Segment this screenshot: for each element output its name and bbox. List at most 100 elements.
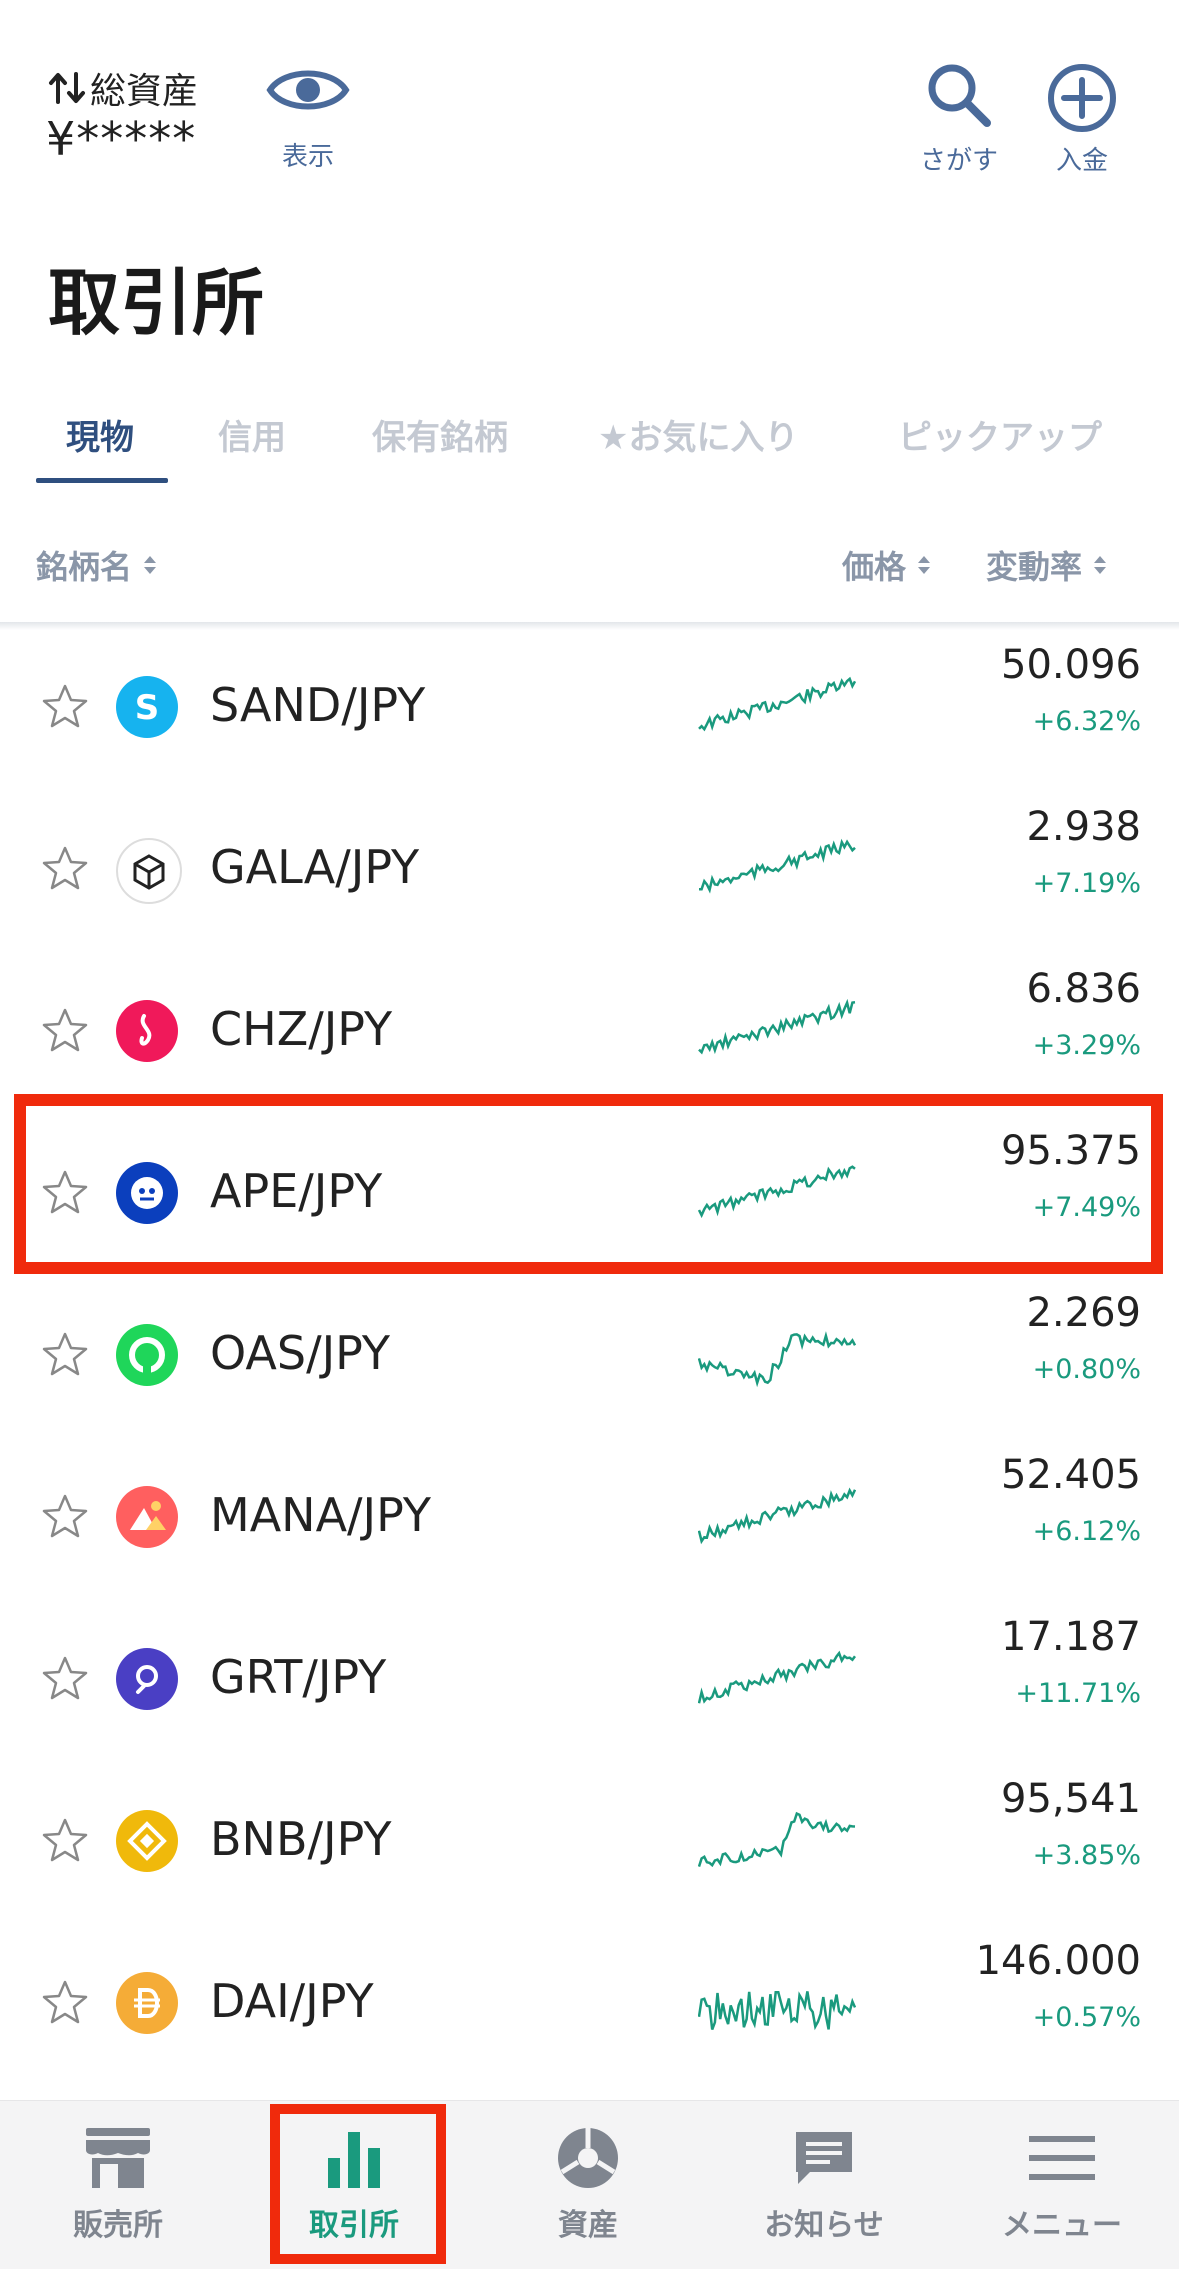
pair-name: GRT/JPY	[210, 1650, 387, 1704]
favorite-star-icon[interactable]	[40, 1492, 90, 1542]
pair-name: DAI/JPY	[210, 1974, 374, 2028]
change-rate: +0.80%	[1032, 1354, 1141, 1385]
change-rate: +6.12%	[1032, 1516, 1141, 1547]
sort-icon	[1094, 556, 1107, 574]
sparkline-path	[698, 1811, 856, 1868]
change-rate: +3.85%	[1032, 1840, 1141, 1871]
pair-name: BNB/JPY	[210, 1812, 392, 1866]
sort-by-change[interactable]: 変動率	[986, 542, 1107, 588]
chz-coin-icon	[116, 1000, 178, 1062]
market-row[interactable]: OAS/JPY 2.269 +0.80%	[0, 1274, 1179, 1436]
price-sparkline	[698, 1331, 856, 1388]
deposit-button[interactable]: 入金	[1046, 62, 1118, 177]
bnb-coin-icon	[116, 1810, 178, 1872]
change-rate: +6.32%	[1032, 706, 1141, 737]
search-button[interactable]: さがす	[920, 62, 998, 177]
price-value: 50.096	[1001, 642, 1141, 688]
tab-pickup[interactable]: ピックアップ	[898, 410, 1102, 459]
svg-text:S: S	[135, 688, 160, 728]
price-value: 2.938	[1026, 804, 1141, 850]
total-assets-label-text: 総資産	[90, 71, 199, 112]
show-balance-label: 表示	[281, 142, 334, 172]
show-balance-button[interactable]: 表示	[266, 60, 350, 173]
favorite-star-icon[interactable]	[40, 682, 90, 732]
grt-coin-icon	[116, 1648, 178, 1710]
column-name-label: 銘柄名	[36, 548, 133, 586]
market-row[interactable]: DAI/JPY 146.000 +0.57%	[0, 1922, 1179, 2084]
favorite-star-icon[interactable]	[40, 1006, 90, 1056]
market-row[interactable]: GRT/JPY 17.187 +11.71%	[0, 1598, 1179, 1760]
sparkline-path	[698, 998, 856, 1055]
price-sparkline	[698, 1811, 856, 1868]
nav-assets[interactable]: 資産	[488, 2126, 688, 2244]
sparkline-path	[698, 1991, 856, 2031]
price-sparkline	[698, 676, 856, 732]
nav-store-label: 販売所	[73, 2208, 163, 2243]
market-row[interactable]: GALA/JPY 2.938 +7.19%	[0, 788, 1179, 950]
price-value: 146.000	[975, 1938, 1141, 1984]
price-value: 2.269	[1026, 1290, 1141, 1336]
pair-name: SAND/JPY	[210, 678, 426, 732]
sort-by-name[interactable]: 銘柄名	[36, 542, 157, 588]
swap-arrows-icon	[49, 72, 85, 104]
dai-coin-icon	[116, 1972, 178, 2034]
price-sparkline	[698, 998, 856, 1055]
favorite-star-icon[interactable]	[40, 1816, 90, 1866]
pair-name: MANA/JPY	[210, 1488, 431, 1542]
change-rate: +7.19%	[1032, 868, 1141, 899]
tab-holdings[interactable]: 保有銘柄	[372, 410, 508, 459]
column-change-label: 変動率	[986, 548, 1083, 586]
tab-spot[interactable]: 現物	[66, 410, 134, 459]
sort-icon	[144, 556, 157, 574]
plus-circle-icon	[1048, 64, 1116, 132]
page-title: 取引所	[48, 261, 265, 345]
pair-name: GALA/JPY	[210, 840, 420, 894]
sparkline-path	[698, 676, 856, 732]
price-sparkline	[698, 1991, 856, 2031]
nav-notifications[interactable]: お知らせ	[724, 2126, 924, 2244]
nav-highlight-box	[270, 2104, 446, 2264]
eye-icon	[266, 70, 350, 110]
market-row[interactable]: S SAND/JPY 50.096 +6.32%	[0, 626, 1179, 788]
total-assets-label[interactable]: 総資産	[48, 62, 198, 114]
market-row[interactable]: MANA/JPY 52.405 +6.12%	[0, 1436, 1179, 1598]
nav-menu-label: メニュー	[1002, 2208, 1122, 2243]
pair-name: CHZ/JPY	[210, 1002, 393, 1056]
price-sparkline	[698, 1487, 856, 1545]
favorite-star-icon[interactable]	[40, 1978, 90, 2028]
price-value: 6.836	[1026, 966, 1141, 1012]
favorite-star-icon[interactable]	[40, 1330, 90, 1380]
sort-by-price[interactable]: 価格	[842, 542, 931, 588]
sand-coin-icon: S	[116, 676, 178, 738]
change-rate: +11.71%	[1015, 1678, 1141, 1709]
favorite-star-icon[interactable]	[40, 1654, 90, 1704]
search-label: さがす	[920, 146, 999, 176]
total-assets-value: ¥*****	[46, 112, 197, 166]
change-rate: +0.57%	[1032, 2002, 1141, 2033]
nav-notifications-label: お知らせ	[764, 2208, 884, 2243]
menu-icon	[1029, 2136, 1095, 2180]
message-icon	[796, 2132, 852, 2184]
sparkline-path	[698, 1331, 856, 1388]
price-sparkline	[699, 838, 856, 894]
change-rate: +3.29%	[1032, 1030, 1141, 1061]
tab-margin[interactable]: 信用	[218, 410, 286, 459]
search-icon	[928, 64, 991, 127]
mana-coin-icon	[116, 1486, 178, 1548]
sparkline-path	[698, 1487, 856, 1545]
nav-store[interactable]: 販売所	[18, 2126, 218, 2244]
price-value: 17.187	[1001, 1614, 1141, 1660]
active-tab-indicator	[36, 478, 168, 483]
store-icon	[86, 2128, 150, 2188]
nav-menu[interactable]: メニュー	[962, 2126, 1162, 2244]
nav-assets-label: 資産	[558, 2208, 618, 2243]
price-value: 95,541	[1001, 1776, 1141, 1822]
pair-name: OAS/JPY	[210, 1326, 390, 1380]
favorite-star-icon[interactable]	[40, 844, 90, 894]
sparkline-path	[698, 1650, 856, 1704]
column-price-label: 価格	[842, 548, 907, 586]
tab-favorites[interactable]: ★お気に入り	[598, 410, 798, 459]
market-row[interactable]: CHZ/JPY 6.836 +3.29%	[0, 950, 1179, 1112]
market-row[interactable]: BNB/JPY 95,541 +3.85%	[0, 1760, 1179, 1922]
sort-icon	[918, 556, 931, 574]
